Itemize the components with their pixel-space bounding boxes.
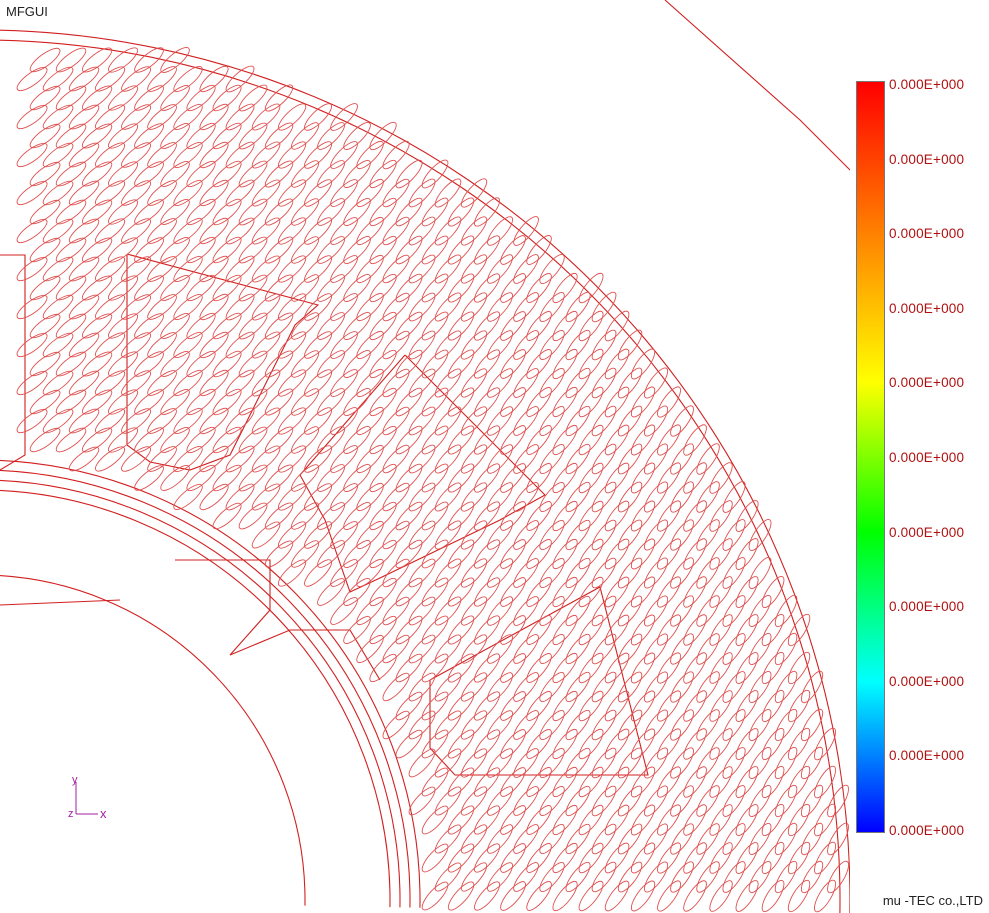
mesh-arc — [0, 469, 411, 908]
mesh-ellipse — [29, 313, 61, 339]
mesh-ellipse — [29, 47, 61, 73]
legend-label: 0.000E+000 — [889, 226, 965, 242]
mesh-ellipse — [683, 880, 707, 912]
mesh-ellipse — [42, 142, 74, 168]
mesh-outline — [429, 586, 649, 776]
mesh-ellipse — [16, 332, 48, 358]
mesh-ellipse — [42, 104, 74, 130]
mesh-ellipse — [42, 370, 74, 396]
mesh-ellipse — [630, 880, 656, 912]
mesh-ellipse — [29, 389, 61, 415]
legend-label: 0.000E+000 — [889, 599, 965, 615]
mesh-ellipse — [42, 218, 74, 244]
legend-label: 0.000E+000 — [889, 823, 965, 838]
mesh-ellipse — [16, 256, 48, 282]
mesh-ellipse — [42, 256, 74, 282]
legend-label: 0.000E+000 — [889, 524, 965, 540]
color-legend-bar — [856, 81, 885, 833]
mesh-ellipse — [16, 408, 48, 434]
legend-label: 0.000E+000 — [889, 300, 965, 316]
axis-y-label: y — [72, 774, 78, 786]
mesh-ellipse — [16, 180, 48, 206]
mesh-ellipse — [29, 351, 61, 377]
mesh-outline — [664, 0, 850, 171]
mesh-ellipse — [29, 85, 61, 111]
mesh-ellipse — [16, 370, 48, 396]
mesh-arc — [0, 29, 850, 913]
mesh-outline — [0, 254, 26, 471]
mesh-ellipse — [16, 66, 48, 92]
legend-label: 0.000E+000 — [889, 375, 965, 391]
mesh-outline — [175, 559, 271, 656]
mesh-ellipse — [16, 142, 48, 168]
mesh-ellipse — [16, 218, 48, 244]
company-label: mu -TEC co.,LTD — [882, 893, 983, 908]
mesh-ellipse — [42, 408, 74, 434]
mesh-ellipse — [42, 180, 74, 206]
axis-x-label: x — [100, 806, 107, 821]
legend-label: 0.000E+000 — [889, 77, 965, 92]
mesh-ellipse — [29, 161, 61, 187]
axis-z-label: z — [68, 808, 74, 820]
mesh-ellipse — [421, 881, 449, 911]
model-viewport[interactable] — [0, 0, 850, 913]
mesh-ellipse — [29, 199, 61, 225]
mesh-ellipse — [16, 294, 48, 320]
mesh-ellipse — [29, 123, 61, 149]
mesh-ellipse — [16, 104, 48, 130]
mesh-arc — [0, 489, 391, 908]
mesh-ellipse — [29, 275, 61, 301]
mesh-ellipse — [827, 860, 849, 894]
mesh-ellipse — [29, 237, 61, 263]
mesh-ellipse — [42, 66, 74, 92]
mesh-outline — [0, 599, 121, 606]
legend-label: 0.000E+000 — [889, 450, 965, 465]
mesh-arc — [0, 479, 401, 908]
mesh-arc — [0, 575, 306, 906]
mesh-ellipse — [709, 880, 733, 912]
mesh-ellipse — [657, 880, 682, 912]
legend-label: 0.000E+000 — [889, 151, 965, 167]
mesh-ellipse — [42, 294, 74, 320]
mesh-ellipse — [29, 427, 61, 453]
legend-label: 0.000E+000 — [889, 673, 965, 689]
mesh-ellipse — [42, 332, 74, 358]
axis-triad-icon: y z x — [68, 774, 107, 821]
legend-label: 0.000E+000 — [889, 748, 965, 764]
